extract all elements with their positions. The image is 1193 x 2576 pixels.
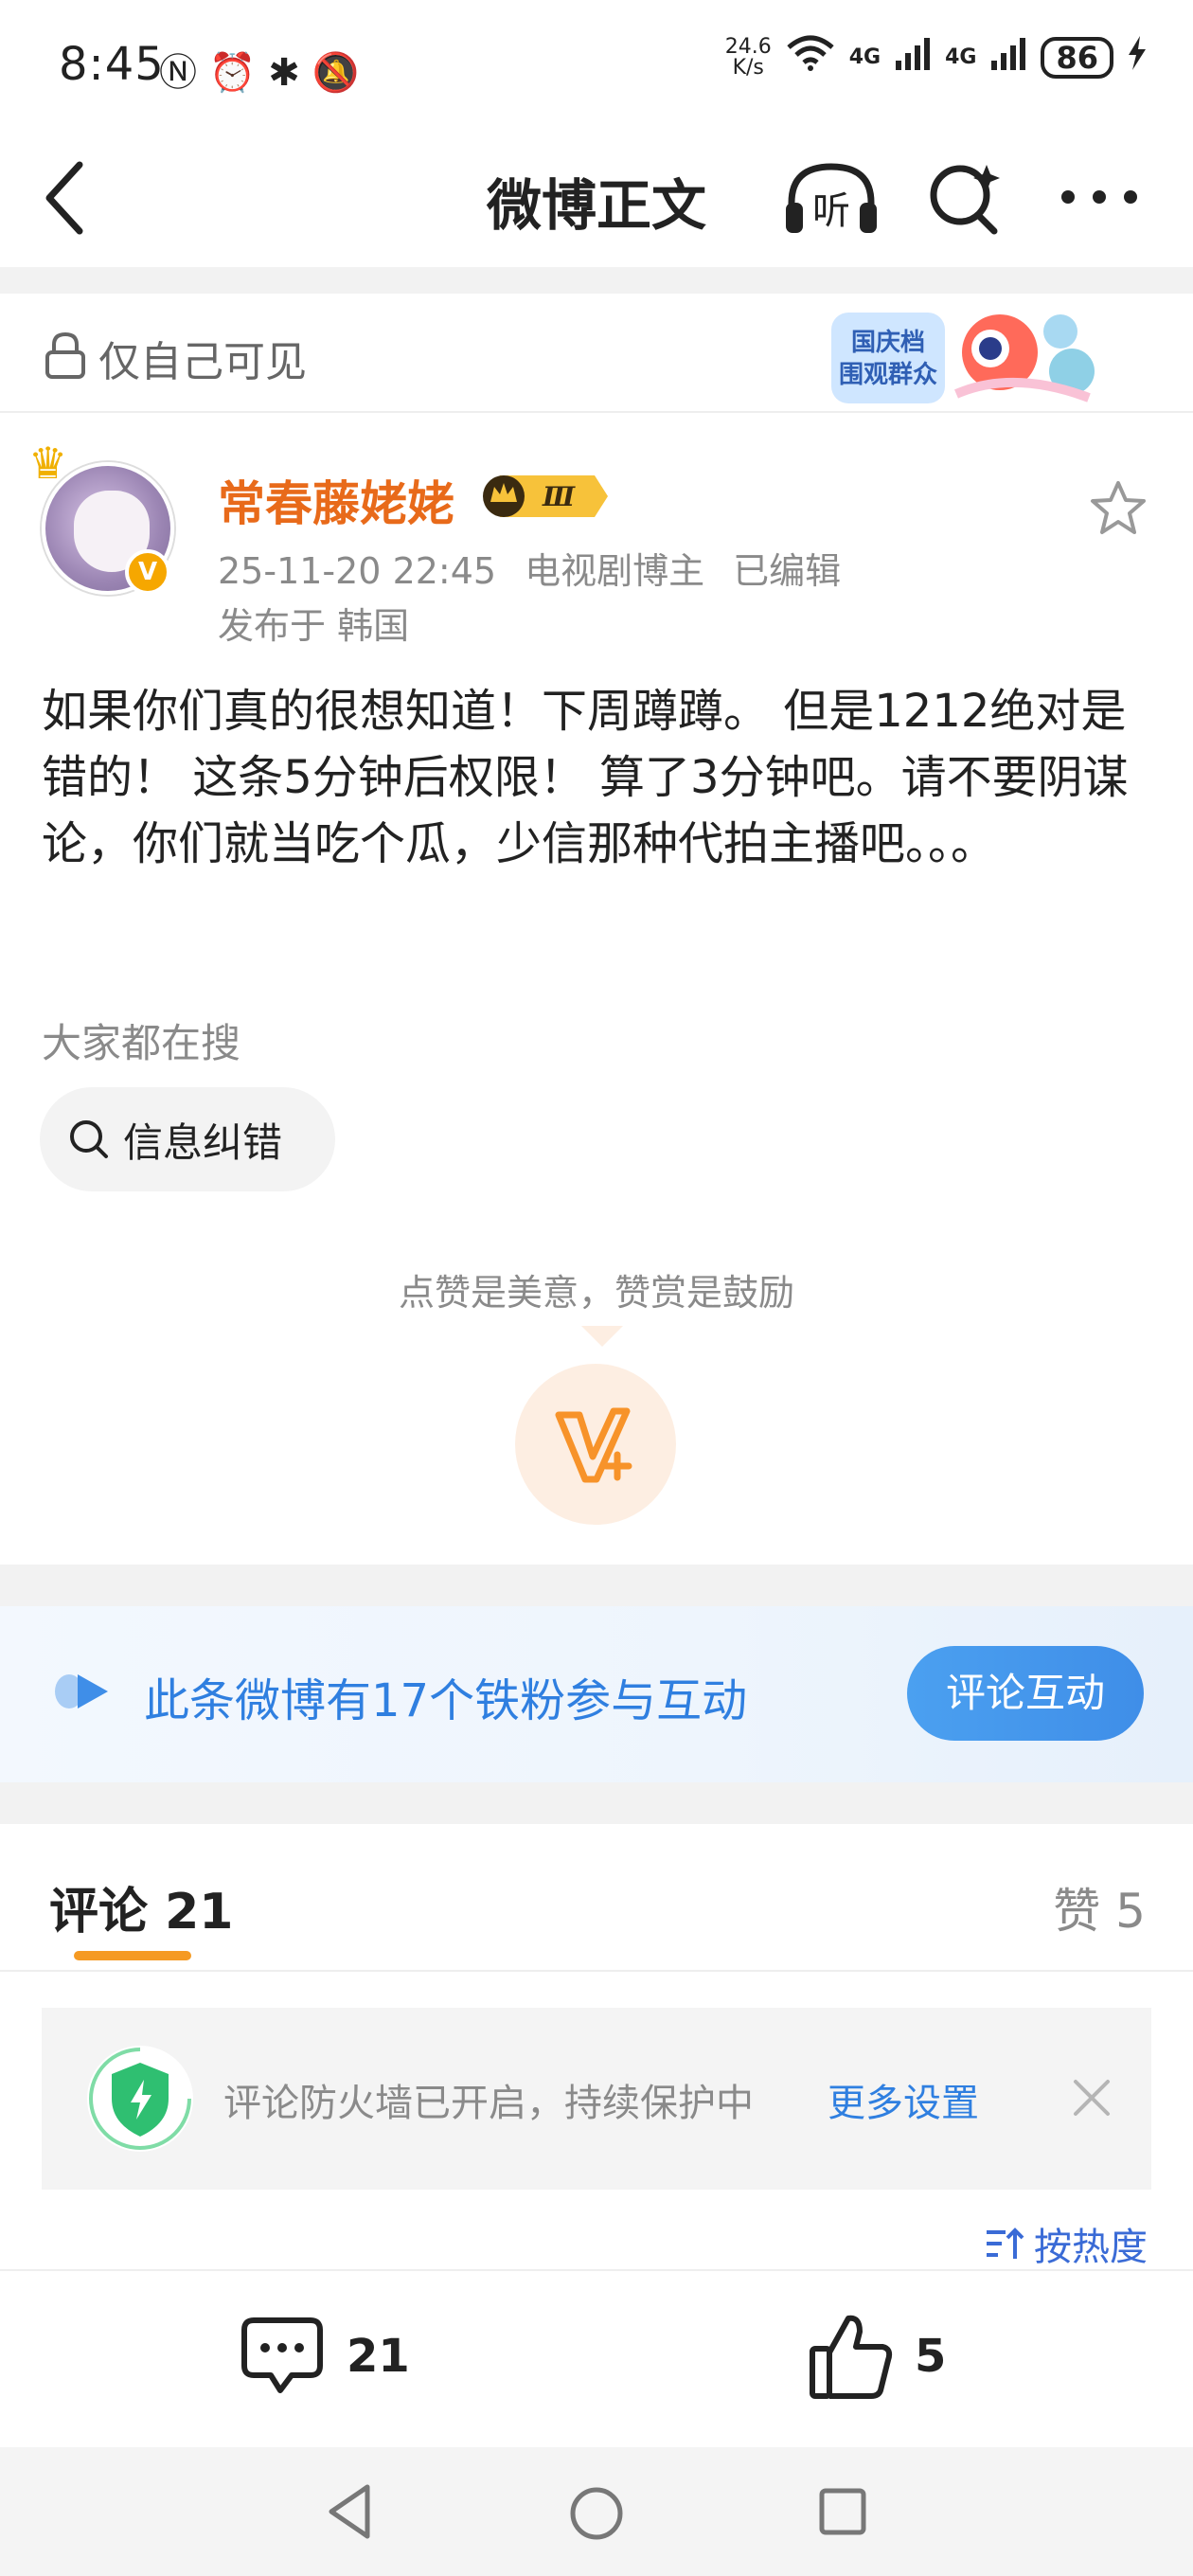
visibility-label: 仅自己可见 xyxy=(98,338,307,386)
badge-line2: 围观群众 xyxy=(839,361,937,389)
more-button[interactable] xyxy=(1057,178,1142,216)
signal-4g-label-1: 4G xyxy=(848,45,881,69)
national-day-badge[interactable]: 国庆档 围观群众 xyxy=(824,303,1108,407)
bluetooth-icon: ✱ xyxy=(268,51,300,95)
status-bar: 8:45 Ⓝ ⏰ ✱ 🔕 24.6 K/s 4G 4G 86 xyxy=(0,0,1193,133)
lock-icon xyxy=(44,331,87,379)
nav-bar: 微博正文 听 xyxy=(0,133,1193,265)
nav-back-button[interactable] xyxy=(322,2481,379,2546)
signal-icon xyxy=(894,34,932,80)
post-text: 如果你们真的很想知道！下周蹲蹲。 但是1212绝对是错的！ 这条5分钟后权限！ … xyxy=(42,685,1129,870)
hot-search-label: 大家都在搜 xyxy=(42,1020,241,1066)
bottom-action-bar: 21 5 xyxy=(0,2269,1193,2447)
reward-button[interactable] xyxy=(515,1364,676,1525)
comment-count[interactable]: 21 xyxy=(347,2330,410,2383)
battery-indicator: 86 xyxy=(1041,36,1113,79)
signal-icon-2 xyxy=(989,34,1027,80)
author-block: ♛ V 常春藤姥姥 Ⅲ 25-11-20 22:45 电视剧博主 已编辑 发布于 韩… xyxy=(0,417,1193,653)
net-speed: 24.6 K/s xyxy=(724,34,772,80)
divider xyxy=(0,1782,1193,1824)
search-icon xyxy=(930,165,1000,235)
comment-interact-button[interactable]: 评论互动 xyxy=(907,1646,1144,1741)
circle-home-icon xyxy=(570,2487,623,2540)
fans-interaction-banner: 此条微博有17个铁粉参与互动 评论互动 xyxy=(0,1606,1193,1782)
firewall-more-settings-link[interactable]: 更多设置 xyxy=(828,2072,979,2127)
headphones-icon: 听 xyxy=(786,163,877,233)
member-level-badge[interactable]: Ⅲ xyxy=(481,472,610,521)
divider xyxy=(0,267,1193,294)
tab-indicator xyxy=(74,1951,191,1960)
reward-pointer xyxy=(581,1326,623,1347)
signal-4g-label-2: 4G xyxy=(945,45,977,69)
author-role: 电视剧博主 xyxy=(525,550,705,592)
author-name[interactable]: 常春藤姥姥 xyxy=(218,466,454,534)
more-dots-icon xyxy=(1061,190,1137,204)
status-right: 24.6 K/s 4G 4G 86 xyxy=(725,34,1148,80)
visibility-row: 仅自己可见 国庆档 围观群众 xyxy=(0,294,1193,413)
status-time: 8:45 xyxy=(59,38,165,91)
system-nav-bar xyxy=(0,2447,1193,2576)
badge-line1: 国庆档 xyxy=(851,328,925,357)
reward-prompt: 点赞是美意，赞赏是鼓励 xyxy=(398,1272,794,1314)
crown-icon: ♛ xyxy=(28,438,68,489)
divider xyxy=(0,1565,1193,1606)
verified-badge-icon: V xyxy=(125,549,170,595)
fans-icon xyxy=(53,1671,114,1712)
hot-search-chip[interactable]: 信息纠错 xyxy=(40,1087,335,1191)
close-icon xyxy=(1074,2080,1110,2116)
close-button[interactable] xyxy=(1068,2074,1115,2121)
hot-search-chip-label: 信息纠错 xyxy=(123,1118,283,1166)
sort-label: 按热度 xyxy=(1034,2226,1148,2269)
mute-bell-icon: 🔕 xyxy=(312,51,360,95)
post-location: 发布于 韩国 xyxy=(218,605,410,647)
search-button[interactable] xyxy=(928,161,1004,237)
sort-by-hot-button[interactable]: 按热度 xyxy=(985,2216,1148,2271)
like-count[interactable]: 5 xyxy=(915,2330,946,2383)
edited-label: 已编辑 xyxy=(733,550,842,592)
triangle-back-icon xyxy=(329,2484,370,2539)
alarm-icon: ⏰ xyxy=(208,51,257,95)
like-button[interactable] xyxy=(807,2311,894,2402)
post-date: 25-11-20 22:45 xyxy=(218,550,497,592)
shield-icon xyxy=(83,2042,197,2156)
comments-header: 评论 21 赞 5 xyxy=(0,1824,1193,1972)
star-icon xyxy=(1091,481,1146,534)
page-title: 微博正文 xyxy=(486,173,706,238)
reward-v-plus-icon xyxy=(555,1407,632,1483)
listen-button[interactable]: 听 xyxy=(782,161,881,237)
nav-recents-button[interactable] xyxy=(816,2485,869,2542)
fans-banner-text: 此条微博有17个铁粉参与互动 xyxy=(144,1674,748,1727)
listen-label: 听 xyxy=(812,189,850,233)
square-recents-icon xyxy=(819,2488,866,2535)
nfc-icon: Ⓝ xyxy=(159,51,197,95)
member-level-text: Ⅲ xyxy=(542,481,576,512)
charging-icon xyxy=(1127,34,1148,80)
comment-button[interactable] xyxy=(239,2315,326,2400)
thumbs-up-icon xyxy=(810,2315,893,2399)
search-icon xyxy=(70,1120,108,1158)
comment-icon xyxy=(241,2317,323,2393)
tab-likes[interactable]: 赞 5 xyxy=(1053,1873,1146,1941)
tab-comments[interactable]: 评论 21 xyxy=(49,1871,233,1942)
nav-home-button[interactable] xyxy=(566,2483,627,2548)
comment-firewall-notice: 评论防火墙已开启，持续保护中 更多设置 xyxy=(42,2008,1151,2190)
firewall-text: 评论防火墙已开启，持续保护中 xyxy=(223,2082,754,2125)
sort-icon xyxy=(987,2227,1024,2259)
post-meta: 25-11-20 22:45 电视剧博主 已编辑 xyxy=(218,542,869,594)
favorite-button[interactable] xyxy=(1089,479,1148,536)
status-icons: Ⓝ ⏰ ✱ 🔕 xyxy=(159,42,359,97)
wifi-icon xyxy=(785,34,836,80)
